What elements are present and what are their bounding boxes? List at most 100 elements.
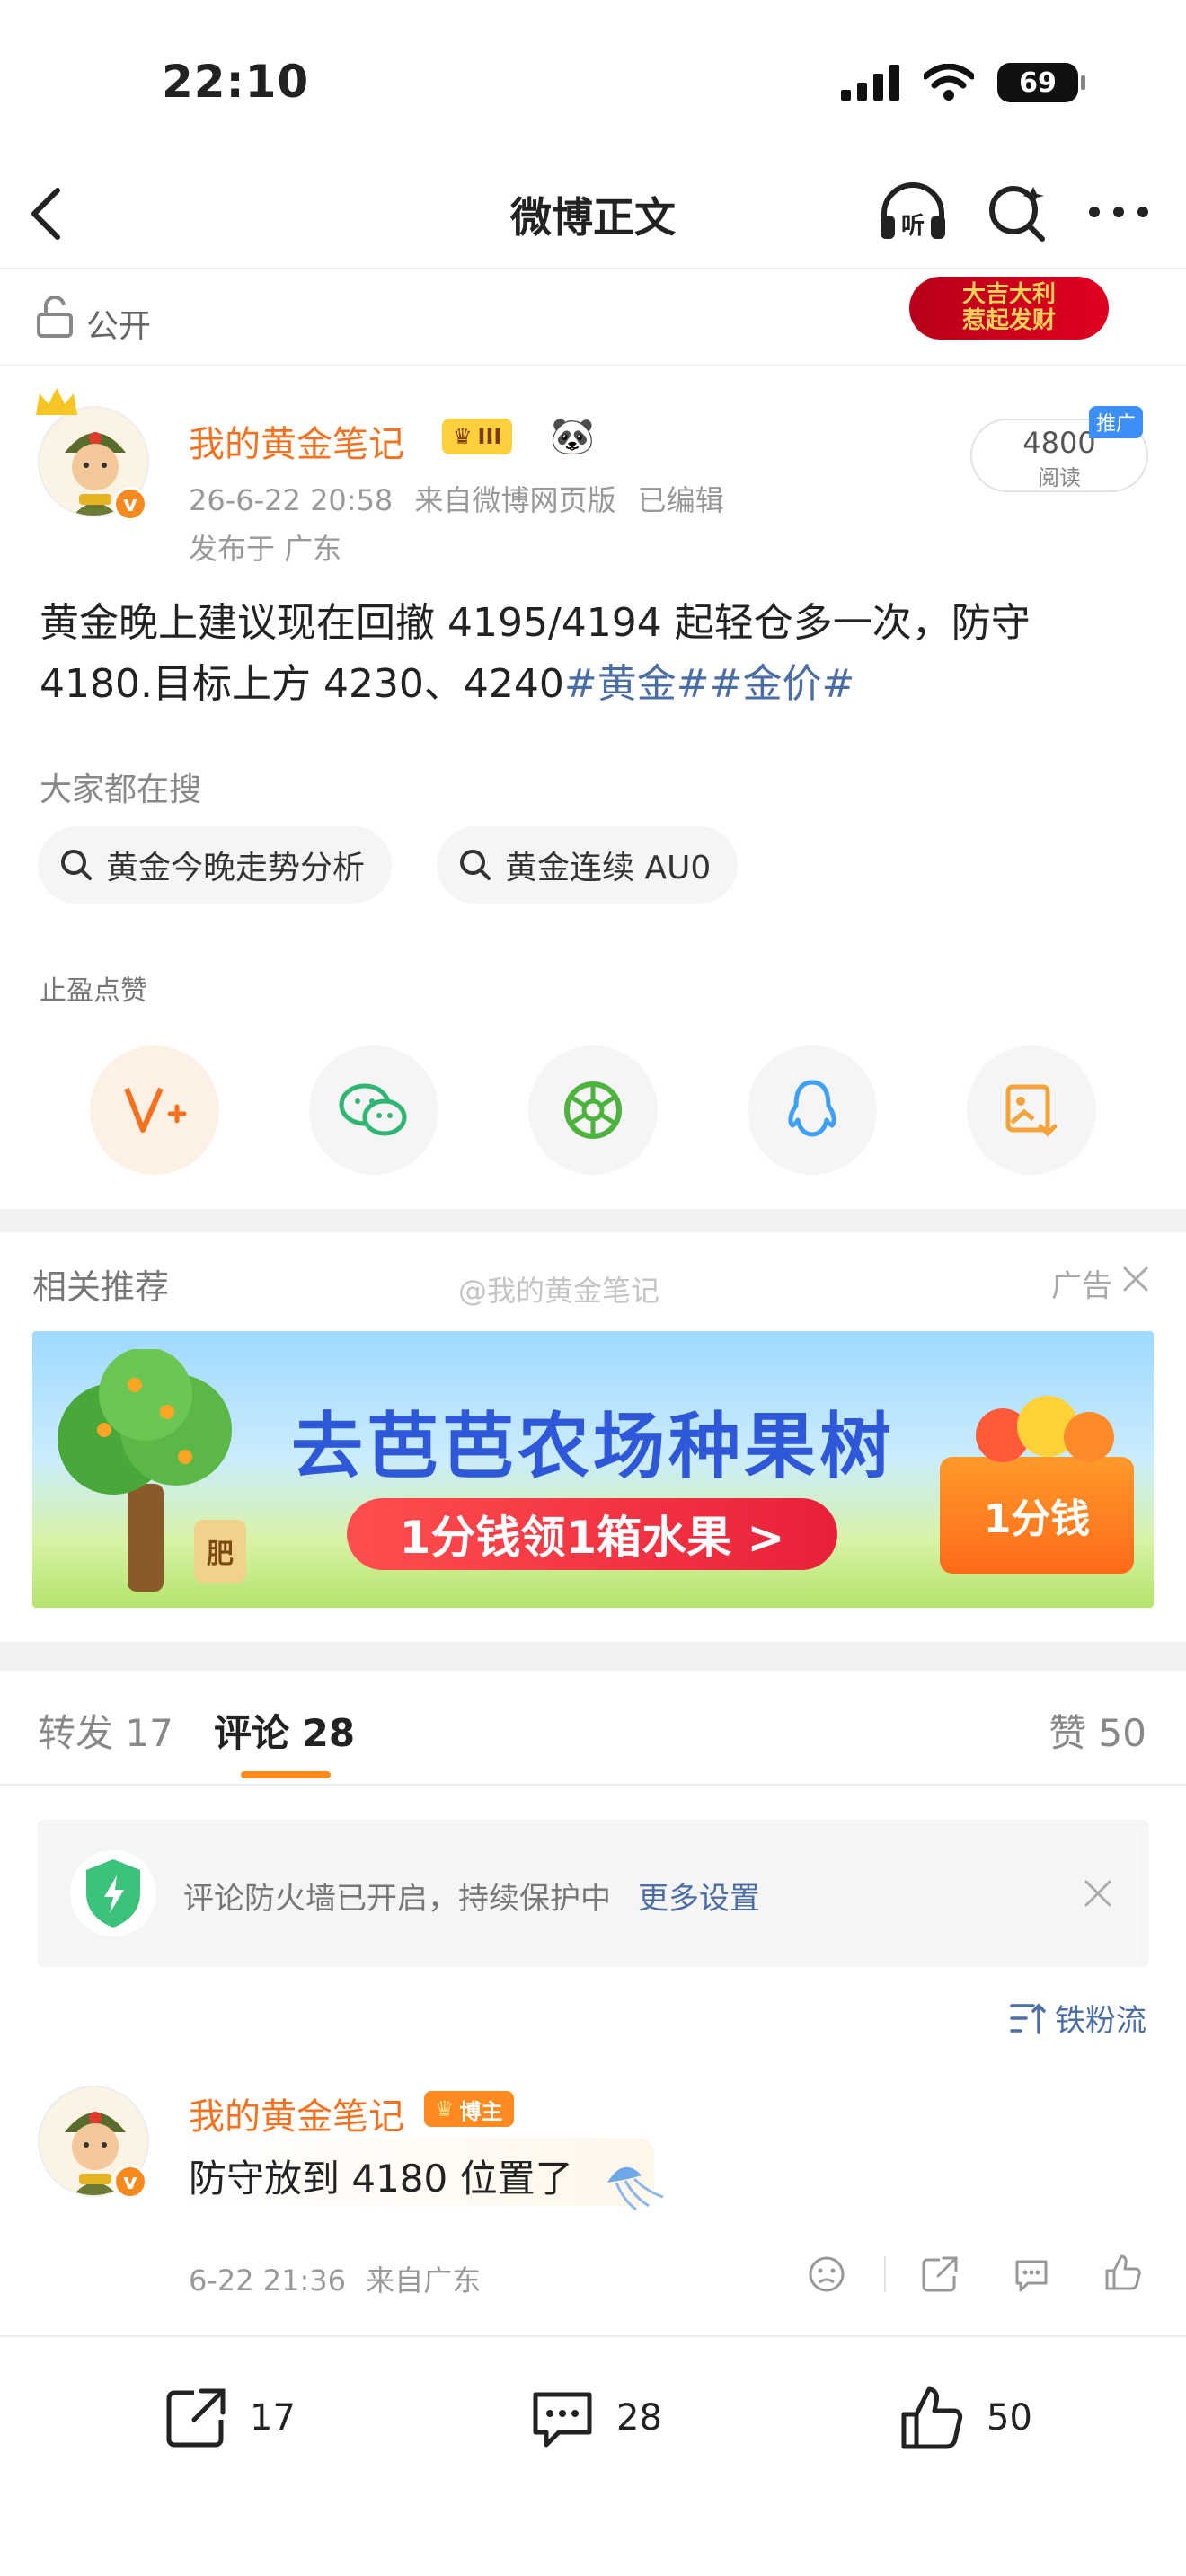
hot-search-chip-label: 黄金连续 AU0 xyxy=(505,850,712,887)
firewall-settings-link[interactable]: 更多设置 xyxy=(638,1881,760,1917)
promo-tag: 推广 xyxy=(1089,406,1144,438)
member-level-text: III xyxy=(477,424,502,449)
bottom-comment-button[interactable]: 28 xyxy=(528,2384,662,2452)
comment-time: 6-22 21:36 xyxy=(189,2263,347,2298)
fruits-icon xyxy=(976,1396,1114,1462)
active-tab-indicator xyxy=(241,1771,331,1778)
tab-likes[interactable]: 赞 50 xyxy=(1049,1703,1146,1758)
crown-badge-icon: ♛ xyxy=(453,424,473,449)
search-icon[interactable] xyxy=(985,181,1048,244)
interaction-tabs: 转发 17 评论 28 赞 50 xyxy=(0,1674,1186,1786)
divider xyxy=(884,2256,886,2292)
verified-badge: v xyxy=(113,2165,147,2199)
hot-search-chip[interactable]: 黄金今晚走势分析 xyxy=(38,826,393,904)
watermark-text: @我的黄金笔记 xyxy=(458,1274,660,1308)
unlock-icon xyxy=(37,296,73,338)
tab-comments[interactable]: 评论 28 xyxy=(214,1703,355,1758)
listen-headphones-icon[interactable]: 听 xyxy=(877,180,949,244)
share-qq-button[interactable] xyxy=(748,1045,877,1175)
vplus-icon xyxy=(124,1087,187,1133)
read-label: 阅读 xyxy=(1038,465,1081,490)
bottom-action-bar: 17 28 50 xyxy=(0,2335,1186,2576)
fertilizer-pot: 肥 xyxy=(194,1520,246,1583)
tab-reposts[interactable]: 转发 17 xyxy=(38,1703,173,1758)
member-level-badge[interactable]: ♛ III xyxy=(442,419,513,454)
ad-badge-line2: 惹起发财 xyxy=(961,307,1056,334)
festival-ad-badge[interactable]: 大吉大利 惹起发财 xyxy=(909,277,1109,340)
shield-bolt-icon xyxy=(70,1850,156,1936)
search-icon xyxy=(61,850,92,880)
hashtag-gold-price[interactable]: #金价# xyxy=(710,661,855,707)
banner-fruit-box: 1分钱 xyxy=(940,1457,1134,1574)
bottom-repost-count: 17 xyxy=(250,2397,296,2439)
wifi-icon xyxy=(924,64,974,101)
sort-icon xyxy=(1010,2003,1046,2034)
share-wechat-button[interactable] xyxy=(309,1045,438,1175)
close-icon[interactable] xyxy=(1121,1265,1150,1293)
blogger-badge: ♛ 博主 xyxy=(424,2091,514,2127)
bottom-comment-count: 28 xyxy=(616,2397,662,2439)
more-options-icon[interactable] xyxy=(1087,203,1150,221)
close-icon[interactable] xyxy=(1084,1879,1112,1908)
image-download-icon xyxy=(1005,1084,1058,1137)
comment-sort-toggle[interactable]: 铁粉流 xyxy=(1010,1996,1146,2040)
like-thumb-icon[interactable] xyxy=(1103,2253,1143,2292)
ad-label: 广告 xyxy=(1051,1268,1112,1304)
hot-search-chip[interactable]: 黄金连续 AU0 xyxy=(437,826,739,904)
bottom-like-count: 50 xyxy=(987,2397,1032,2439)
battery-indicator: 69 xyxy=(997,63,1085,102)
post-meta-line: 26-6-22 20:58 来自微博网页版 已编辑 xyxy=(189,478,724,519)
nav-bar: 微博正文 听 xyxy=(0,162,1186,269)
section-divider xyxy=(0,1209,1186,1232)
save-image-button[interactable] xyxy=(967,1045,1096,1175)
panda-icon: 🐼 xyxy=(550,416,595,457)
hot-search-chip-label: 黄金今晚走势分析 xyxy=(106,850,366,887)
comment-firewall-notice: 评论防火墙已开启，持续保护中 更多设置 xyxy=(38,1820,1148,1967)
wechat-icon xyxy=(339,1083,407,1136)
section-divider xyxy=(0,1642,1186,1671)
author-name[interactable]: 我的黄金笔记 xyxy=(189,415,404,467)
jellyfish-icon xyxy=(607,2166,664,2211)
repost-icon xyxy=(166,2388,226,2448)
comment-bubble-icon xyxy=(533,2392,592,2448)
hot-search-label: 大家都在搜 xyxy=(40,772,202,808)
post-timestamp: 26-6-22 20:58 xyxy=(189,483,394,517)
status-icons: 69 xyxy=(841,63,1085,102)
cellular-signal-icon xyxy=(841,65,899,101)
blogger-badge-text: 博主 xyxy=(459,2098,503,2124)
visibility-row: 公开 大吉大利 惹起发财 xyxy=(0,269,1186,366)
banner-cta-button[interactable]: 1分钱领1箱水果 > xyxy=(347,1498,837,1570)
verified-badge: v xyxy=(113,487,147,521)
post-source: 来自微博网页版 xyxy=(414,483,616,517)
svg-text:听: 听 xyxy=(901,213,925,240)
ad-banner[interactable]: 肥 去芭芭农场种果树 1分钱领1箱水果 > 1分钱 xyxy=(32,1331,1154,1608)
bottom-repost-button[interactable]: 17 xyxy=(162,2384,296,2452)
ad-badge-line1: 大吉大利 xyxy=(961,281,1056,309)
comment-meta: 6-22 21:36 来自广东 xyxy=(189,2258,481,2299)
crown-badge-icon: ♛ xyxy=(435,2096,455,2122)
comment-text: 防守放到 4180 位置了 xyxy=(189,2157,573,2201)
post-body: 黄金晚上建议现在回撤 4195/4194 起轻仓多一次，防守 4180.目标上方… xyxy=(40,593,1145,715)
share-moments-button[interactable] xyxy=(528,1045,658,1175)
post-edited: 已编辑 xyxy=(637,483,724,517)
comment-location: 来自广东 xyxy=(366,2263,482,2298)
commenter-name[interactable]: 我的黄金笔记 xyxy=(189,2087,404,2139)
firewall-text-row: 评论防火墙已开启，持续保护中 更多设置 xyxy=(183,1874,760,1918)
like-tip: 止盈点赞 xyxy=(40,975,147,1007)
status-time: 22:10 xyxy=(162,56,310,108)
bottom-like-button[interactable]: 50 xyxy=(898,2384,1032,2452)
related-title: 相关推荐 xyxy=(32,1267,170,1307)
qq-penguin-icon xyxy=(788,1080,836,1137)
hashtag-gold[interactable]: #黄金# xyxy=(564,661,710,707)
search-icon xyxy=(460,850,491,880)
like-thumb-icon xyxy=(901,2386,963,2449)
visibility-label: 公开 xyxy=(86,308,152,345)
sort-label: 铁粉流 xyxy=(1055,2003,1146,2039)
firewall-text: 评论防火墙已开启，持续保护中 xyxy=(183,1881,611,1917)
repost-icon[interactable] xyxy=(920,2254,960,2294)
reply-icon[interactable] xyxy=(1012,2254,1051,2294)
vplus-like-button[interactable] xyxy=(90,1045,219,1175)
moments-aperture-icon xyxy=(564,1081,622,1139)
post-location: 发布于 广东 xyxy=(189,532,342,566)
dislike-face-icon[interactable] xyxy=(807,2254,846,2294)
